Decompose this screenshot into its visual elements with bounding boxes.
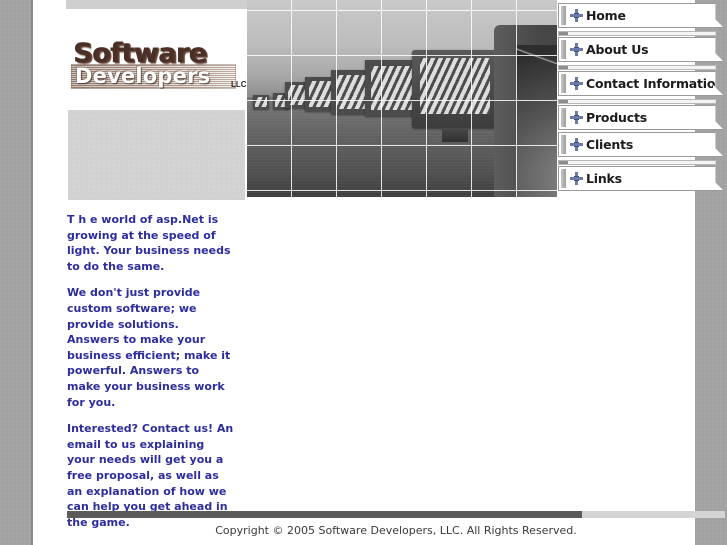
- footer-rule-light: [582, 511, 725, 518]
- folded-corner-icon: [713, 119, 724, 130]
- header-accent-bar: [66, 0, 247, 9]
- nav-item-label: Home: [586, 8, 626, 23]
- folded-corner-icon: [713, 17, 724, 28]
- nav-grip: [561, 169, 566, 188]
- intro-copy: T h e world of asp.Net is growing at the…: [67, 212, 235, 541]
- site-logo[interactable]: Software Developers LLC: [71, 38, 247, 94]
- footer-copyright: Copyright © 2005 Software Developers, LL…: [215, 524, 577, 537]
- nav-item-links[interactable]: Links: [558, 166, 724, 191]
- nav-grip: [561, 6, 566, 25]
- sidebar-placeholder-box: [68, 110, 245, 200]
- nav-grip: [561, 40, 566, 59]
- nav-item-contact-information[interactable]: Contact Information: [558, 71, 724, 96]
- bullet-icon: [570, 172, 583, 185]
- nav-item-clients[interactable]: Clients: [558, 132, 724, 157]
- nav-item-label: Products: [586, 110, 647, 125]
- bullet-icon: [570, 43, 583, 56]
- nav-item-label: Links: [586, 171, 622, 186]
- nav-grip: [561, 108, 566, 127]
- nav-grip: [561, 74, 566, 93]
- intro-paragraph-1: T h e world of asp.Net is growing at the…: [67, 213, 231, 273]
- nav-item-home[interactable]: Home: [558, 3, 724, 28]
- nav-item-label: About Us: [586, 42, 649, 57]
- nav-divider-1: [558, 31, 716, 36]
- nav-item-about-us[interactable]: About Us: [558, 37, 724, 62]
- hero-image: [247, 0, 557, 197]
- footer-rule: [67, 511, 725, 518]
- bullet-icon: [570, 9, 583, 22]
- nav-item-label: Clients: [586, 137, 634, 152]
- footer-rule-dark: [67, 511, 582, 518]
- nav-divider-2: [558, 65, 716, 70]
- logo-text-suffix: LLC: [231, 80, 247, 89]
- nav-divider-4: [558, 160, 716, 165]
- monitor-foreground-screen: [516, 45, 557, 197]
- bullet-icon: [570, 111, 583, 124]
- logo-text-secondary: Developers: [75, 64, 211, 88]
- monitor-foreground: [494, 25, 557, 197]
- monitor-far-1: [253, 95, 269, 109]
- bullet-icon: [570, 77, 583, 90]
- folded-corner-icon: [713, 146, 724, 157]
- monitor-near-stand: [442, 128, 468, 142]
- content-column: Software Developers LLC Home About Us Co…: [31, 0, 725, 545]
- nav-item-products[interactable]: Products: [558, 105, 724, 130]
- nav-divider-3: [558, 99, 716, 104]
- folded-corner-icon: [713, 51, 724, 62]
- nav-item-label: Contact Information: [586, 76, 715, 91]
- page-root: Software Developers LLC Home About Us Co…: [0, 0, 727, 545]
- nav-grip: [561, 135, 566, 154]
- intro-paragraph-2: We don't just provide custom software; w…: [67, 286, 231, 409]
- bullet-icon: [570, 138, 583, 151]
- main-navigation: Home About Us Contact Information Produc…: [556, 3, 726, 193]
- folded-corner-icon: [713, 180, 724, 191]
- monitor-near: [412, 50, 498, 128]
